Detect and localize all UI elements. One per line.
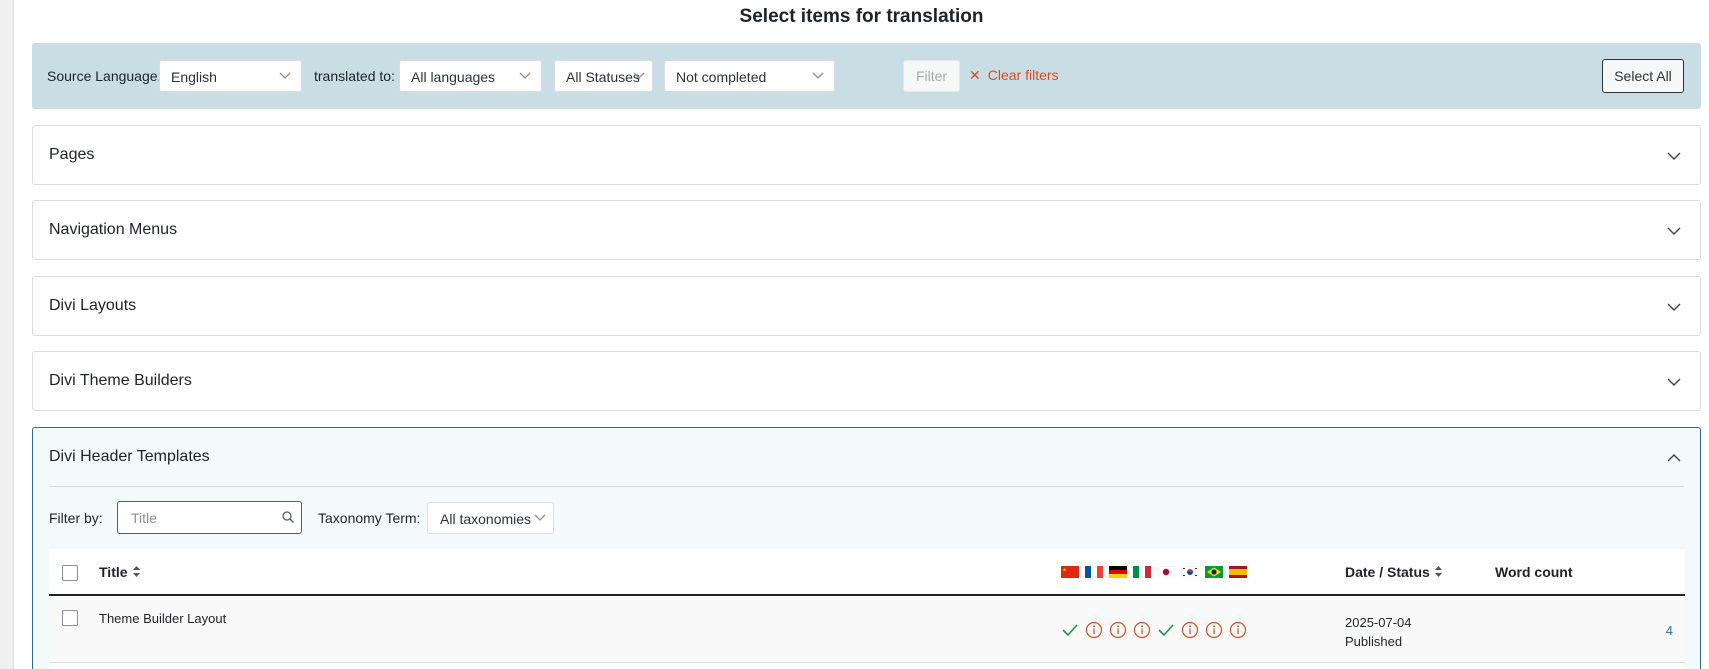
section-title: Navigation Menus bbox=[49, 221, 178, 238]
source-language-select[interactable]: English bbox=[159, 60, 302, 92]
page-title: Select items for translation bbox=[739, 6, 984, 27]
flag-china-icon bbox=[1061, 566, 1079, 578]
section-divi-layouts[interactable]: Divi Layouts bbox=[32, 276, 1701, 336]
check-icon[interactable] bbox=[1157, 621, 1175, 639]
section-divi-theme-builders[interactable]: Divi Theme Builders bbox=[32, 351, 1701, 411]
needs-update-icon[interactable] bbox=[1133, 621, 1151, 639]
filter-by-label: Filter by: bbox=[49, 510, 103, 526]
items-table: Title Date / Status Word count Theme Bui… bbox=[49, 549, 1685, 669]
search-icon[interactable] bbox=[281, 510, 295, 524]
status-value: All Statuses bbox=[566, 69, 640, 85]
target-language-value: All languages bbox=[411, 69, 496, 85]
chevron-down-icon bbox=[1667, 378, 1681, 386]
column-date-status-label: Date / Status bbox=[1345, 564, 1430, 580]
section-navigation-menus[interactable]: Navigation Menus bbox=[32, 200, 1701, 260]
flag-japan-icon bbox=[1157, 566, 1175, 578]
section-title: Pages bbox=[49, 146, 95, 163]
chevron-down-icon bbox=[1667, 152, 1681, 160]
chevron-down-icon bbox=[812, 72, 824, 79]
section-divi-header-templates: Divi Header Templates Filter by: Title T… bbox=[32, 427, 1701, 669]
column-title-label: Title bbox=[99, 564, 128, 580]
check-icon[interactable] bbox=[1061, 621, 1079, 639]
row-date: 2025-07-04 bbox=[1345, 615, 1412, 630]
completion-value: Not completed bbox=[676, 69, 767, 85]
chevron-up-icon[interactable] bbox=[1666, 450, 1682, 466]
translated-to-label: translated to: bbox=[314, 68, 395, 84]
source-language-label: Source Language: bbox=[47, 68, 162, 84]
table-row: Theme Builder Layout 2025-07-04 Publishe… bbox=[49, 597, 1685, 663]
flag-germany-icon bbox=[1109, 566, 1127, 578]
taxonomy-term-label: Taxonomy Term: bbox=[318, 510, 421, 526]
flag-italy-icon bbox=[1133, 566, 1151, 578]
row-title[interactable]: Theme Builder Layout bbox=[99, 611, 226, 626]
target-language-select[interactable]: All languages bbox=[399, 60, 542, 92]
section-divider bbox=[49, 486, 1684, 487]
section-title[interactable]: Divi Header Templates bbox=[49, 448, 210, 466]
needs-update-icon[interactable] bbox=[1085, 621, 1103, 639]
clear-filters-label: Clear filters bbox=[987, 67, 1059, 83]
section-title: Divi Theme Builders bbox=[49, 372, 192, 389]
needs-update-icon[interactable] bbox=[1109, 621, 1127, 639]
column-word-count-header: Word count bbox=[1495, 564, 1573, 580]
needs-update-icon[interactable] bbox=[1181, 621, 1199, 639]
section-pages[interactable]: Pages bbox=[32, 125, 1701, 185]
filter-button[interactable]: Filter bbox=[903, 60, 960, 92]
flag-spain-icon bbox=[1229, 566, 1247, 578]
chevron-down-icon bbox=[1667, 303, 1681, 311]
clear-filters-link[interactable]: ✕ Clear filters bbox=[969, 67, 1059, 84]
select-all-rows-checkbox[interactable] bbox=[62, 565, 78, 581]
needs-update-icon[interactable] bbox=[1205, 621, 1223, 639]
chevron-down-icon bbox=[519, 72, 531, 79]
source-language-value: English bbox=[171, 69, 217, 85]
row-date-status: 2025-07-04 Published bbox=[1345, 613, 1412, 651]
admin-sidebar-edge bbox=[0, 0, 14, 669]
close-icon: ✕ bbox=[969, 67, 981, 83]
chevron-down-icon bbox=[279, 72, 291, 79]
section-title: Divi Layouts bbox=[49, 297, 137, 314]
flag-france-icon bbox=[1085, 566, 1103, 578]
select-all-button[interactable]: Select All bbox=[1602, 59, 1684, 93]
chevron-down-icon bbox=[633, 72, 645, 79]
chevron-down-icon bbox=[534, 514, 546, 521]
flag-korea-icon bbox=[1181, 566, 1199, 578]
status-select[interactable]: All Statuses bbox=[554, 60, 653, 92]
needs-update-icon[interactable] bbox=[1229, 621, 1247, 639]
sort-icon bbox=[132, 566, 140, 577]
taxonomy-value: All taxonomies bbox=[440, 511, 532, 527]
row-status: Published bbox=[1345, 634, 1403, 649]
table-header: Title Date / Status Word count bbox=[49, 549, 1685, 596]
chevron-down-icon bbox=[1667, 227, 1681, 235]
filter-bar: Source Language: English translated to: … bbox=[32, 43, 1701, 109]
flag-brazil-icon bbox=[1205, 566, 1223, 578]
title-search-input[interactable]: Title bbox=[117, 501, 302, 534]
row-checkbox[interactable] bbox=[62, 610, 78, 626]
row-word-count[interactable]: 4 bbox=[1666, 623, 1673, 638]
column-date-status-header[interactable]: Date / Status bbox=[1345, 564, 1443, 580]
column-title-header[interactable]: Title bbox=[99, 564, 141, 580]
search-placeholder: Title bbox=[131, 510, 157, 526]
sort-icon bbox=[1434, 566, 1442, 577]
taxonomy-select[interactable]: All taxonomies bbox=[427, 502, 554, 534]
translation-page: Select items for translation Source Lang… bbox=[14, 0, 1709, 669]
completion-select[interactable]: Not completed bbox=[664, 60, 835, 92]
